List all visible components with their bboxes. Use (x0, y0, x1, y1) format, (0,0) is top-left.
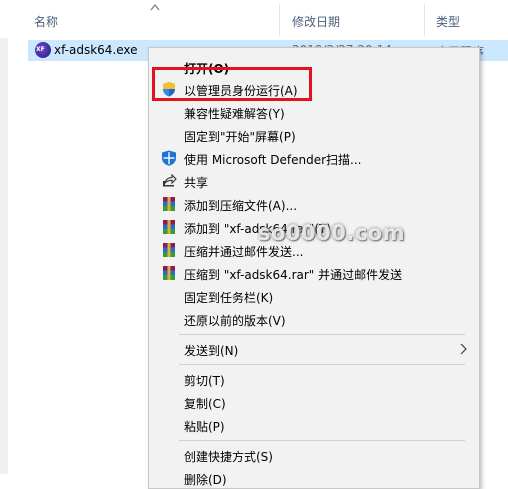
column-date[interactable]: 修改日期 (292, 13, 340, 30)
menu-item-share[interactable]: 共享 (149, 170, 479, 192)
menu-item-pin-taskbar[interactable]: 固定到任务栏(K) (149, 285, 479, 307)
chevron-right-icon (460, 343, 467, 355)
exe-app-icon: XF (35, 42, 51, 58)
winrar-icon (163, 243, 175, 257)
menu-item-send-to[interactable]: 发送到(N) (149, 338, 479, 360)
winrar-icon (163, 220, 175, 234)
menu-item-add-archive[interactable]: 添加到压缩文件(A)... (149, 193, 479, 215)
share-icon (163, 173, 177, 187)
menu-separator (179, 364, 465, 365)
menu-item-compress-rar-email[interactable]: 压缩到 "xf-adsk64.rar" 并通过邮件发送 (149, 262, 479, 284)
menu-item-create-shortcut[interactable]: 创建快捷方式(S) (149, 444, 479, 466)
menu-item-compat-troubleshoot[interactable]: 兼容性疑难解答(Y) (149, 101, 479, 123)
column-name[interactable]: 名称 (34, 13, 58, 30)
menu-item-paste[interactable]: 粘贴(P) (149, 414, 479, 436)
winrar-icon (163, 266, 175, 280)
navigation-pane-edge (0, 38, 8, 474)
menu-item-restore-versions[interactable]: 还原以前的版本(V) (149, 308, 479, 330)
column-divider[interactable] (424, 4, 425, 36)
column-header: 名称 修改日期 类型 (0, 0, 508, 38)
column-divider[interactable] (279, 4, 280, 36)
column-type[interactable]: 类型 (436, 13, 460, 30)
file-name: xf-adsk64.exe (54, 43, 138, 57)
sort-up-icon (150, 4, 160, 11)
winrar-icon (163, 197, 175, 211)
context-menu: 打开(O) 以管理员身份运行(A) 兼容性疑难解答(Y) 固定到"开始"屏幕(P… (148, 47, 480, 489)
menu-separator (179, 334, 465, 335)
menu-item-defender-scan[interactable]: 使用 Microsoft Defender扫描... (149, 147, 479, 169)
highlight-box (152, 67, 312, 101)
menu-item-cut[interactable]: 剪切(T) (149, 368, 479, 390)
watermark-text: so0000.com (258, 221, 406, 245)
menu-item-pin-start[interactable]: 固定到"开始"屏幕(P) (149, 124, 479, 146)
defender-icon (162, 150, 176, 166)
menu-separator (179, 440, 465, 441)
menu-item-copy[interactable]: 复制(C) (149, 391, 479, 413)
menu-item-delete[interactable]: 删除(D) (149, 467, 479, 489)
